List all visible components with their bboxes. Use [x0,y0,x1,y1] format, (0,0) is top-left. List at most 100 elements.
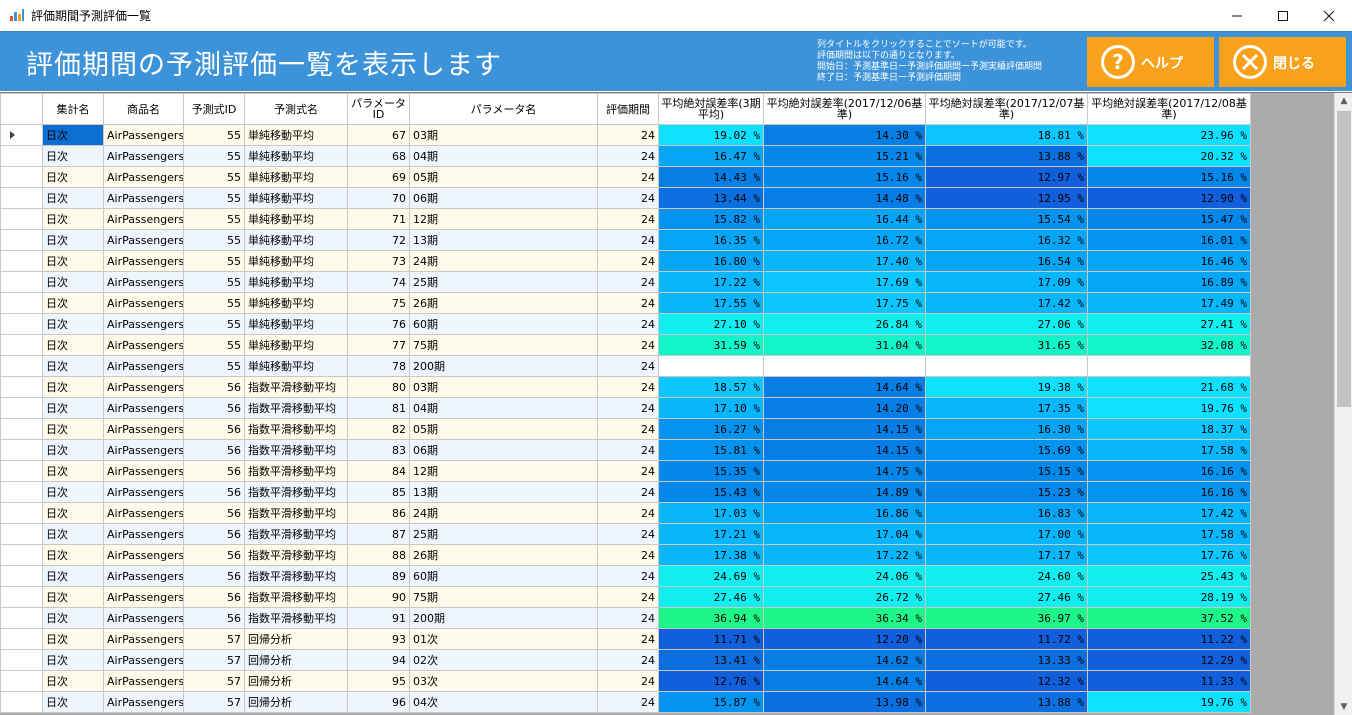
table-cell[interactable]: 55 [183,250,245,272]
table-cell[interactable]: 21.68 % [1087,376,1251,398]
row-header[interactable] [0,439,43,461]
table-cell[interactable]: 指数平滑移動平均 [244,439,348,461]
help-button[interactable]: ? ヘルプ [1087,37,1214,87]
table-cell[interactable]: 指数平滑移動平均 [244,565,348,587]
table-cell[interactable]: 15.47 % [1087,208,1251,230]
table-cell[interactable]: 56 [183,586,245,608]
table-cell[interactable]: 16.16 % [1087,460,1251,482]
table-cell[interactable]: 16.27 % [658,418,764,440]
table-cell[interactable]: 68 [347,145,410,167]
table-cell[interactable]: 16.72 % [763,229,926,251]
table-cell[interactable]: 81 [347,397,410,419]
table-cell[interactable]: 24 [597,166,659,188]
column-header[interactable]: パラメータ名 [409,93,598,125]
table-cell[interactable]: 03次 [409,670,598,692]
table-cell[interactable]: 16.16 % [1087,481,1251,503]
table-cell[interactable]: 15.15 % [925,460,1088,482]
table-cell[interactable]: 55 [183,124,245,146]
table-cell[interactable]: 71 [347,208,410,230]
table-cell[interactable]: 24 [597,523,659,545]
table-cell[interactable]: 24 [597,607,659,629]
table-cell[interactable]: 57 [183,649,245,671]
table-cell[interactable]: 指数平滑移動平均 [244,481,348,503]
table-cell[interactable]: 57 [183,670,245,692]
table-cell[interactable]: AirPassengers [103,691,184,713]
table-cell[interactable]: 15.16 % [1087,166,1251,188]
row-header[interactable] [0,145,43,167]
row-header[interactable] [0,481,43,503]
table-cell[interactable]: 26期 [409,292,598,314]
table-cell[interactable]: 60期 [409,313,598,335]
table-cell[interactable]: 36.97 % [925,607,1088,629]
table-cell[interactable]: 15.23 % [925,481,1088,503]
column-header[interactable]: 集計名 [42,93,104,125]
table-row[interactable]: 日次 AirPassengers 56 指数平滑移動平均 90 75期 24 27.46 % 2… [0,586,1251,608]
table-row[interactable]: 日次 AirPassengers 56 指数平滑移動平均 87 25期 24 17.21 % 1… [0,523,1251,545]
table-cell[interactable]: 指数平滑移動平均 [244,544,348,566]
table-cell[interactable]: 15.87 % [658,691,764,713]
table-cell[interactable]: 15.82 % [658,208,764,230]
table-row[interactable]: 日次 AirPassengers 56 指数平滑移動平均 82 05期 24 16.27 % 1… [0,418,1251,440]
table-cell[interactable]: 24 [597,124,659,146]
table-cell[interactable]: 01次 [409,628,598,650]
scroll-up-icon[interactable]: ▲ [1335,93,1352,110]
table-cell[interactable]: 69 [347,166,410,188]
table-cell[interactable]: AirPassengers [103,145,184,167]
table-cell[interactable]: 55 [183,271,245,293]
table-cell[interactable]: 指数平滑移動平均 [244,460,348,482]
table-cell[interactable]: 57 [183,691,245,713]
row-header[interactable] [0,166,43,188]
table-cell[interactable]: 16.30 % [925,418,1088,440]
table-cell[interactable]: 27.10 % [658,313,764,335]
row-header[interactable] [0,376,43,398]
table-cell[interactable]: 指数平滑移動平均 [244,397,348,419]
table-row[interactable]: 日次 AirPassengers 55 単純移動平均 77 75期 24 31.59 % 31.… [0,334,1251,356]
table-cell[interactable]: 単純移動平均 [244,166,348,188]
table-cell[interactable]: 17.40 % [763,250,926,272]
column-header[interactable]: 評価期間 [597,93,659,125]
row-header[interactable] [0,544,43,566]
table-cell[interactable]: 28.19 % [1087,586,1251,608]
table-cell[interactable] [1087,355,1251,377]
table-cell[interactable]: 日次 [42,607,104,629]
window-close-button[interactable] [1306,0,1352,31]
row-header[interactable] [0,607,43,629]
table-cell[interactable]: 23.96 % [1087,124,1251,146]
table-cell[interactable]: 27.46 % [925,586,1088,608]
table-cell[interactable]: 13.88 % [925,691,1088,713]
table-cell[interactable]: 56 [183,418,245,440]
table-cell[interactable]: 24 [597,565,659,587]
table-cell[interactable]: 14.15 % [763,418,926,440]
table-cell[interactable]: 36.34 % [763,607,926,629]
row-header[interactable] [0,397,43,419]
table-cell[interactable]: 単純移動平均 [244,187,348,209]
table-cell[interactable]: AirPassengers [103,439,184,461]
row-header[interactable] [0,271,43,293]
table-cell[interactable]: 17.35 % [925,397,1088,419]
table-cell[interactable]: 24 [597,271,659,293]
table-row[interactable]: 日次 AirPassengers 55 単純移動平均 67 03期 24 19.02 % 14.… [0,124,1251,146]
table-cell[interactable]: 日次 [42,229,104,251]
table-cell[interactable]: 13期 [409,481,598,503]
table-cell[interactable]: 90 [347,586,410,608]
table-row[interactable]: 日次 AirPassengers 57 回帰分析 96 04次 24 15.87 % 13.98… [0,691,1251,713]
table-cell[interactable]: 12.76 % [658,670,764,692]
table-row[interactable]: 日次 AirPassengers 56 指数平滑移動平均 81 04期 24 17.10 % 1… [0,397,1251,419]
table-cell[interactable]: 89 [347,565,410,587]
table-cell[interactable]: 15.69 % [925,439,1088,461]
table-cell[interactable]: 67 [347,124,410,146]
table-cell[interactable]: 06期 [409,439,598,461]
table-cell[interactable]: 24 [597,208,659,230]
table-cell[interactable]: 32.08 % [1087,334,1251,356]
table-cell[interactable]: 55 [183,313,245,335]
row-header[interactable] [0,313,43,335]
table-cell[interactable]: 75 [347,292,410,314]
table-cell[interactable]: AirPassengers [103,355,184,377]
table-cell[interactable]: 16.80 % [658,250,764,272]
table-cell[interactable]: 日次 [42,355,104,377]
table-cell[interactable] [658,355,764,377]
table-cell[interactable]: 12.29 % [1087,649,1251,671]
row-header[interactable] [0,565,43,587]
table-cell[interactable]: 14.64 % [763,670,926,692]
row-header[interactable] [0,208,43,230]
